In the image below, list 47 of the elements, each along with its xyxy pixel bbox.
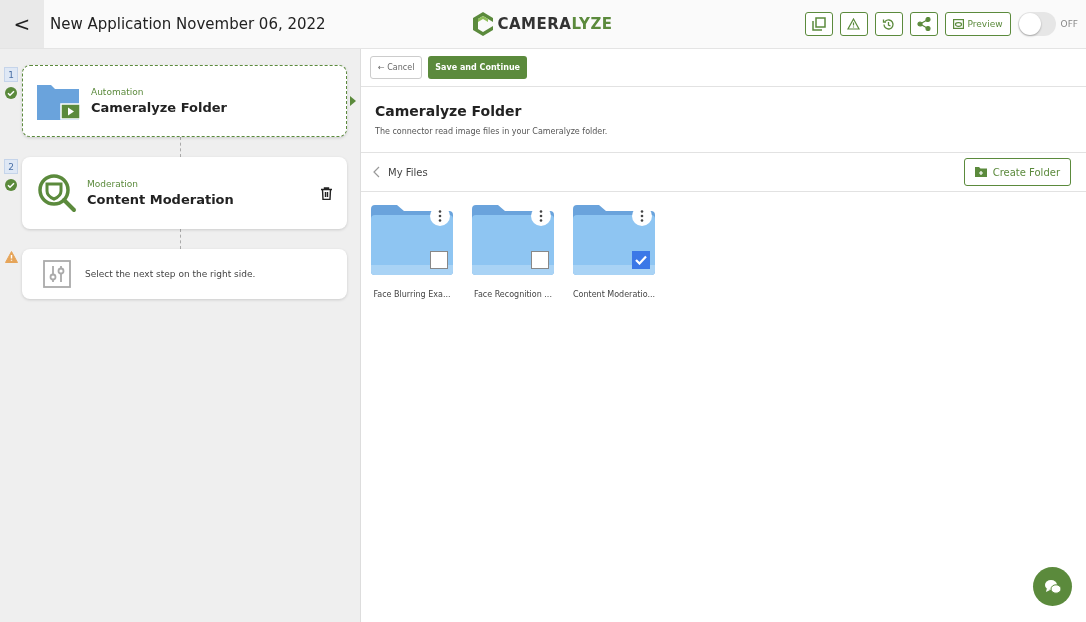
pointer-icon <box>350 96 356 106</box>
sliders-icon <box>43 260 71 288</box>
step-category: Moderation <box>87 179 139 189</box>
checkbox[interactable] <box>632 251 650 269</box>
share-button[interactable] <box>909 12 938 36</box>
cancel-button[interactable]: ← Cancel <box>370 56 423 79</box>
toggle-label: OFF <box>1060 19 1078 29</box>
step-number: 1 <box>4 67 18 82</box>
back-button[interactable]: < <box>0 0 44 48</box>
chat-bubbles-icon <box>1043 578 1062 595</box>
trash-icon[interactable] <box>321 186 332 200</box>
step-title: Content Moderation <box>87 192 235 207</box>
logo-icon <box>473 12 494 36</box>
app-title: New Application November 06, 2022 <box>50 15 326 33</box>
folder-name: Face Recognition ... <box>474 290 552 299</box>
copy-icon <box>811 17 826 31</box>
folder-name: Face Blurring Exa... <box>373 290 451 299</box>
panel-title: Cameralyze Folder <box>375 103 523 119</box>
folder-play-icon <box>37 82 81 120</box>
history-button[interactable] <box>874 12 903 36</box>
step-title: Cameralyze Folder <box>91 100 228 115</box>
checkbox[interactable] <box>430 251 448 269</box>
warning-button[interactable] <box>839 12 868 36</box>
step-category: Automation <box>91 87 145 97</box>
folder-plus-icon <box>974 167 987 177</box>
folder-name: Content Moderatio... <box>572 290 656 299</box>
chat-button[interactable] <box>1033 567 1072 606</box>
step-number: 2 <box>4 159 18 174</box>
warning-icon <box>847 18 861 30</box>
step-card[interactable]: Moderation Content Moderation <box>22 157 347 229</box>
chevron-left-icon[interactable] <box>373 166 380 178</box>
toggle-switch[interactable] <box>1017 12 1056 36</box>
history-icon <box>882 17 896 31</box>
step-hint: Select the next step on the right side. <box>85 269 256 279</box>
panel-description: The connector read image files in your Cameralyze folder. <box>375 127 609 136</box>
create-folder-button[interactable]: Create Folder <box>963 158 1071 186</box>
share-icon <box>916 17 931 31</box>
preview-button[interactable]: Preview <box>944 12 1011 36</box>
step-card[interactable]: Automation Cameralyze Folder <box>22 65 347 137</box>
logo-text: CAMERALYZE <box>497 15 613 33</box>
save-continue-button[interactable]: Save and Continue <box>428 56 527 79</box>
shield-magnifier-icon <box>37 173 77 213</box>
eye-icon <box>952 19 964 29</box>
checkbox[interactable] <box>531 251 549 269</box>
breadcrumb: My Files <box>388 166 429 178</box>
step-card[interactable]: Select the next step on the right side. <box>22 249 347 299</box>
copy-button[interactable] <box>804 12 833 36</box>
